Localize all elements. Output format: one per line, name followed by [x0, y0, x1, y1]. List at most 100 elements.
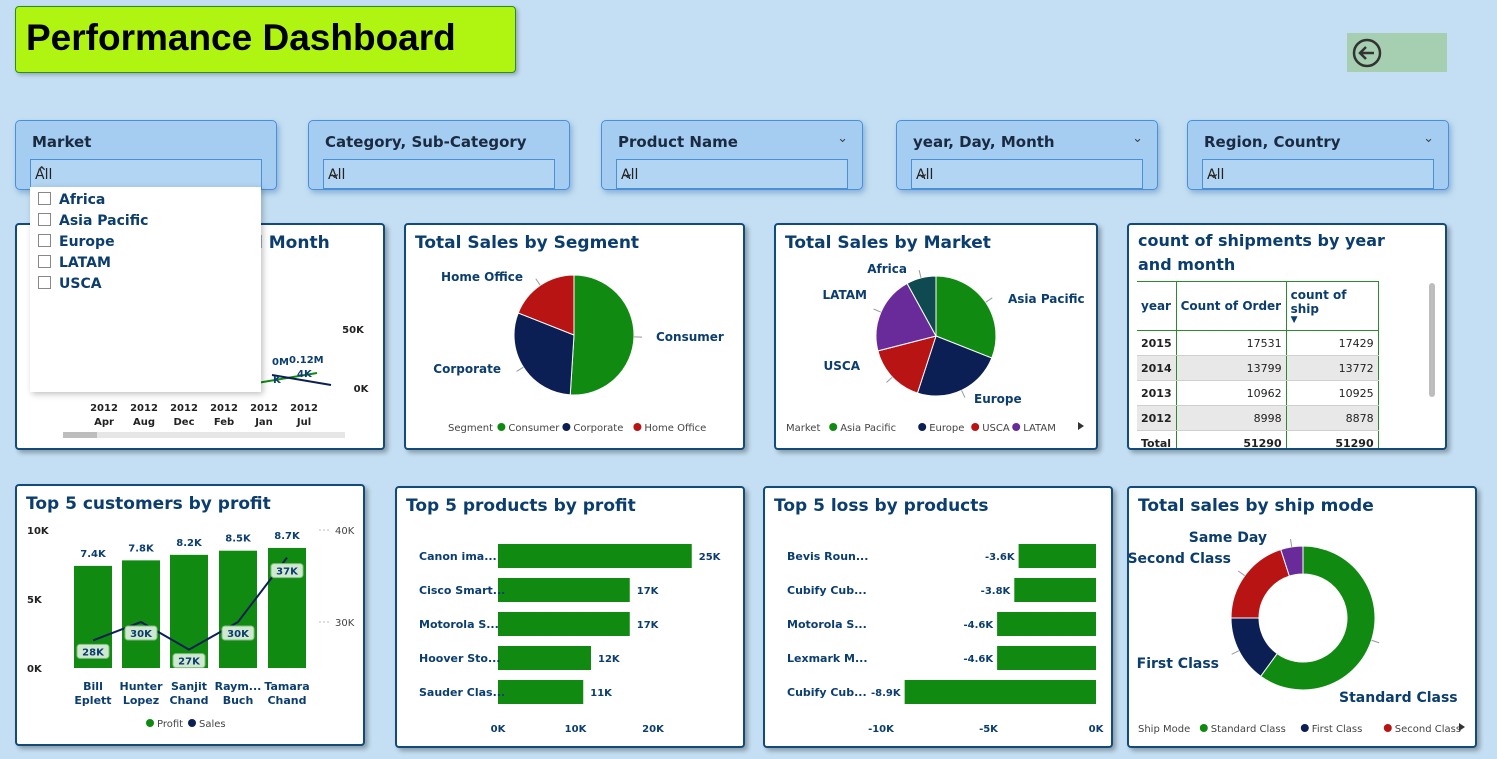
bar-label: 7.4K	[80, 549, 107, 560]
slice-label: Asia Pacific	[1008, 292, 1085, 306]
product-dropdown[interactable]: All ⌄	[616, 159, 848, 189]
y-category-label: Sauder Clas...	[419, 686, 505, 699]
slicer-region-country[interactable]: Region, Country ⌄ All ⌄	[1187, 120, 1449, 190]
option-latam[interactable]: LATAM	[38, 255, 111, 271]
x-category-label: Chand	[267, 694, 306, 707]
bar	[1018, 544, 1096, 568]
option-asia-pacific[interactable]: Asia Pacific	[38, 213, 148, 229]
slicer-market[interactable]: Market All ⌃	[15, 120, 277, 190]
bar-label: 7.8K	[128, 543, 155, 554]
bar-label: -4.6K	[963, 620, 994, 631]
bar	[904, 680, 1096, 704]
slicer-category[interactable]: Category, Sub-Category All ⌄	[308, 120, 570, 190]
bar	[498, 680, 584, 704]
x-tick: -10K	[868, 724, 895, 735]
line-label: 37K	[276, 567, 299, 578]
column-header[interactable]: count of ship ▼	[1286, 281, 1379, 331]
option-usca[interactable]: USCA	[38, 276, 102, 292]
checkbox-icon[interactable]	[38, 234, 51, 247]
x-tick-label: 2012	[130, 403, 158, 414]
shipments-table: year Count of Order count of ship ▼ 2015 1…	[1137, 281, 1379, 448]
checkbox-icon[interactable]	[38, 276, 51, 289]
chevron-down-icon[interactable]: ⌄	[916, 163, 1136, 182]
legend-item: Sales	[199, 719, 226, 730]
category-dropdown[interactable]: All ⌄	[323, 159, 555, 189]
legend-item: First Class	[1312, 724, 1363, 735]
card-shipments: count of shipments by year and month yea…	[1127, 223, 1447, 450]
x-tick-label: 2012	[290, 403, 318, 414]
x-category-label: Buch	[223, 694, 254, 707]
column-header[interactable]: Count of Order	[1176, 281, 1287, 331]
x-tick-label: 2012	[250, 403, 278, 414]
table-row: 2015 17531 17429	[1137, 330, 1379, 356]
scrollbar-thumb[interactable]	[63, 432, 97, 438]
customers-combo-chart: 10K 5K 0K 40K 30K 7.4K 7.8K 8.2K 8.5K 8.7K 28K 30K 2…	[27, 526, 355, 730]
card-title: count of shipments by year and month	[1138, 231, 1385, 274]
date-dropdown[interactable]: All ⌄	[911, 159, 1143, 189]
dashboard-title-box: Performance Dashboard	[15, 6, 516, 73]
bar	[498, 612, 630, 636]
slicer-product-name[interactable]: Product Name ⌄ All ⌄	[601, 120, 863, 190]
profit-bar	[219, 550, 257, 668]
x-tick: -5K	[979, 724, 999, 735]
slicer-year-day-month[interactable]: year, Day, Month ⌄ All ⌄	[896, 120, 1158, 190]
line-label: 30K	[227, 629, 250, 640]
chevron-down-icon[interactable]: ⌄	[1423, 131, 1434, 146]
x-tick-label: Jul	[296, 417, 311, 428]
bar-label: 11K	[590, 688, 613, 699]
y-left-tick: 10K	[27, 526, 50, 537]
x-category-label: Tamara	[264, 680, 309, 693]
market-dropdown[interactable]: All ⌃	[30, 159, 262, 189]
legend-next-icon[interactable]	[1459, 723, 1465, 731]
bar-label: 17K	[637, 586, 660, 597]
legend-title: Ship Mode	[1138, 724, 1190, 735]
chevron-down-icon[interactable]: ⌄	[837, 131, 848, 146]
table-scrollbar[interactable]	[1429, 283, 1435, 397]
y-left-tick: 5K	[27, 595, 43, 606]
chevron-down-icon[interactable]: ⌄	[621, 163, 841, 182]
bar	[498, 578, 630, 602]
slice-label: LATAM	[823, 288, 867, 302]
checkbox-icon[interactable]	[38, 213, 51, 226]
legend-item: Standard Class	[1211, 724, 1286, 735]
legend-marker	[829, 423, 838, 431]
bar-label: -3.8K	[981, 586, 1012, 597]
chevron-up-icon[interactable]: ⌃	[35, 163, 255, 182]
legend-item: USCA	[982, 423, 1010, 434]
x-tick-label: 2012	[210, 403, 238, 414]
chevron-down-icon[interactable]: ⌄	[1207, 163, 1427, 182]
option-africa[interactable]: Africa	[38, 192, 105, 208]
slice-label: Same Day	[1189, 530, 1267, 546]
bar-label: 8.5K	[225, 534, 252, 545]
x-tick: 10K	[565, 724, 588, 735]
checkbox-icon[interactable]	[38, 255, 51, 268]
bar-label: -8.9K	[871, 688, 902, 699]
option-europe[interactable]: Europe	[38, 234, 115, 250]
chevron-down-icon[interactable]: ⌄	[1132, 131, 1143, 146]
slice-label: First Class	[1137, 656, 1219, 672]
legend-marker	[918, 423, 927, 431]
legend-marker	[562, 423, 571, 431]
card-top-customers: Top 5 customers by profit 10K 5K 0K 40K 30K 7…	[15, 484, 365, 746]
legend-next-icon[interactable]	[1078, 422, 1084, 430]
column-header[interactable]: year	[1137, 281, 1177, 331]
bar	[1014, 578, 1096, 602]
line-label: 27K	[178, 657, 201, 668]
table-row: 2013 10962 10925	[1137, 380, 1379, 406]
sort-desc-icon[interactable]: ▼	[1291, 316, 1374, 325]
market-dropdown-list[interactable]: Africa Asia Pacific Europe LATAM USCA	[30, 187, 261, 392]
slice-label: Home Office	[441, 270, 523, 284]
checkbox-icon[interactable]	[38, 192, 51, 205]
x-category-label: Sanjit	[171, 680, 207, 693]
region-dropdown[interactable]: All ⌄	[1202, 159, 1434, 189]
back-button[interactable]	[1347, 33, 1447, 72]
y-right-tick: 40K	[335, 526, 355, 537]
legend-item: Consumer	[508, 423, 560, 434]
legend-marker	[633, 423, 642, 431]
y-category-label: Motorola S...	[419, 618, 499, 631]
slice-label: Standard Class	[1339, 690, 1458, 706]
slice-label: Africa	[867, 262, 907, 276]
chevron-down-icon[interactable]: ⌄	[328, 163, 548, 182]
x-category-label: Hunter	[119, 680, 163, 693]
x-category-label: Lopez	[123, 694, 159, 707]
